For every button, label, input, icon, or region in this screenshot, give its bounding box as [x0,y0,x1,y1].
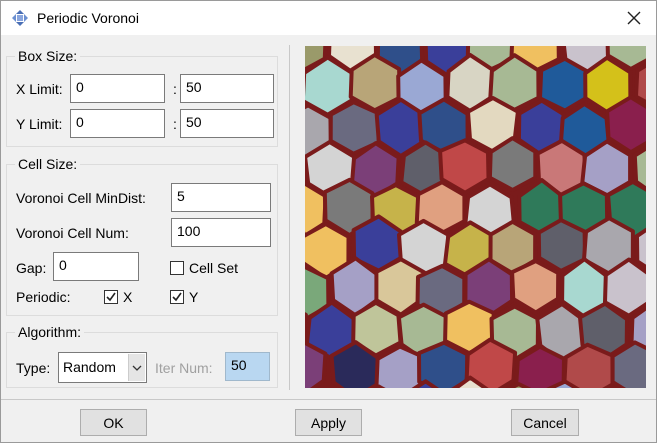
app-icon [12,10,28,26]
x-limit-label: X Limit: [16,81,63,97]
voronoi-cell [487,136,538,192]
voronoi-diagram [305,46,646,388]
mindist-label: Voronoi Cell MinDist: [16,190,146,206]
vertical-separator [289,45,290,390]
type-label: Type: [16,360,51,376]
type-dropdown[interactable]: Random [58,352,147,383]
periodic-x-box [104,290,118,304]
y-limit-label: Y Limit: [16,116,63,132]
y-range-separator: : [173,116,177,132]
voronoi-cell [510,259,561,315]
y-max-input[interactable]: 50 [180,109,274,138]
cell-set-label: Cell Set [189,260,239,276]
close-button[interactable] [620,5,648,31]
iter-num-label: Iter Num: [155,360,213,376]
periodic-y-checkbox[interactable]: Y [170,289,198,305]
cell-num-input[interactable]: 100 [171,218,271,247]
cell-set-box [170,261,184,275]
checkmark-icon [172,292,182,302]
gap-input[interactable]: 0 [53,252,139,281]
window-title: Periodic Voronoi [37,10,139,26]
x-min-input[interactable]: 0 [70,74,165,103]
iter-num-input: 50 [225,352,270,381]
apply-button[interactable]: Apply [295,409,362,436]
cell-set-checkbox[interactable]: Cell Set [170,260,238,276]
algorithm-title: Algorithm: [15,324,85,340]
periodic-x-label: X [123,289,133,305]
cell-num-label: Voronoi Cell Num: [16,225,129,241]
x-range-separator: : [173,81,177,97]
periodic-label: Periodic: [16,289,71,305]
y-min-input[interactable]: 0 [70,109,165,138]
cancel-button[interactable]: Cancel [511,409,579,436]
footer-separator [1,399,656,400]
gap-label: Gap: [16,260,47,276]
mindist-input[interactable]: 5 [171,183,271,212]
cell-size-title: Cell Size: [15,156,81,172]
box-size-title: Box Size: [15,48,81,64]
checkmark-icon [106,292,116,302]
close-icon [627,11,641,25]
periodic-y-box [170,290,184,304]
voronoi-preview [305,46,646,388]
x-max-input[interactable]: 50 [180,74,274,103]
periodic-y-label: Y [189,289,199,305]
periodic-x-checkbox[interactable]: X [104,289,132,305]
title-bar: Periodic Voronoi [1,1,656,35]
chevron-down-icon [128,354,145,381]
ok-button[interactable]: OK [80,409,147,436]
periodic-voronoi-dialog: Periodic Voronoi Box Size: X Limit: 0 : … [0,0,657,443]
type-dropdown-value: Random [63,359,116,375]
